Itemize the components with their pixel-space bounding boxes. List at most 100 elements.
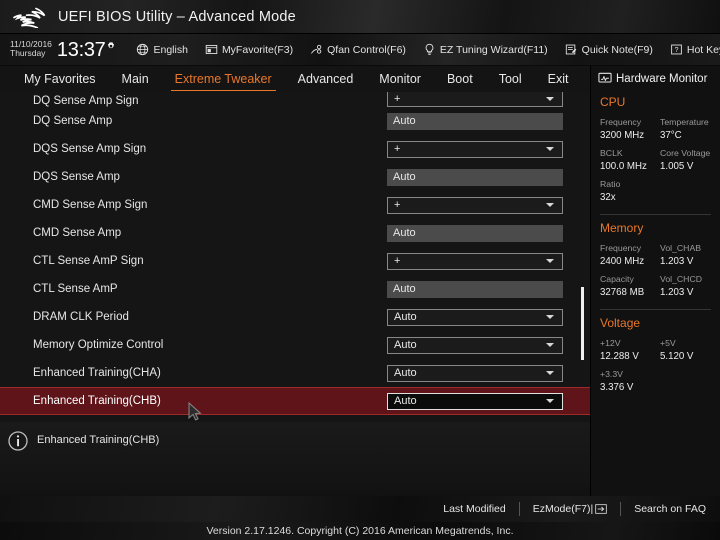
hw-key: BCLK <box>600 148 623 158</box>
setting-input[interactable]: Auto <box>387 112 563 130</box>
ez-mode-button[interactable]: EzMode(F7)| <box>533 503 608 515</box>
hw-value: 1.203 V <box>660 287 694 298</box>
setting-label: Enhanced Training(CHA) <box>33 367 161 379</box>
toolbar-item-quick-note[interactable]: Quick Note(F9) <box>565 43 653 56</box>
toolbar-label-ez-tuning-wizard: EZ Tuning Wizard(F11) <box>439 43 548 56</box>
setting-row-dq-sense-amp[interactable]: DQ Sense Amp Auto <box>0 107 590 135</box>
setting-dropdown[interactable]: Auto <box>387 392 563 410</box>
setting-dropdown[interactable]: Auto <box>387 308 563 326</box>
arrow-right-box-icon <box>595 504 607 514</box>
setting-input[interactable]: Auto <box>387 280 563 298</box>
hw-cell-core-voltage: Core Voltage 1.005 V <box>660 147 720 174</box>
toolbar-label-quick-note: Quick Note(F9) <box>581 43 653 56</box>
setting-value: Auto <box>394 367 417 379</box>
chevron-down-icon <box>546 147 554 151</box>
chevron-down-icon <box>546 96 554 101</box>
hw-cell-vol-chab: Vol_CHAB 1.203 V <box>660 242 720 269</box>
setting-row-dq-sense-amp-sign[interactable]: DQ Sense Amp Sign + <box>0 92 590 107</box>
setting-value: + <box>394 92 401 105</box>
setting-row-memory-optimize-control[interactable]: Memory Optimize Control Auto <box>0 331 590 359</box>
search-on-faq-button[interactable]: Search on FAQ <box>634 503 706 515</box>
hw-value: 32x <box>600 192 616 203</box>
hw-row-cpu-2: Ratio 32x <box>591 178 720 205</box>
hw-row-cpu-0: Frequency 3200 MHz Temperature 37°C <box>591 116 720 143</box>
setting-value: Auto <box>393 227 416 239</box>
setting-row-dqs-sense-amp-sign[interactable]: DQS Sense Amp Sign + <box>0 135 590 163</box>
toolbar-item-hot-keys[interactable]: ? Hot Keys <box>670 43 720 56</box>
hw-cell-frequency: Frequency 3200 MHz <box>600 116 660 143</box>
help-bar: Enhanced Training(CHB) <box>0 422 590 496</box>
tab-exit[interactable]: Exit <box>546 69 571 89</box>
setting-row-enhanced-training-cha[interactable]: Enhanced Training(CHA) Auto <box>0 359 590 387</box>
setting-label: DQ Sense Amp <box>33 115 113 127</box>
setting-label: DQS Sense Amp <box>33 171 120 183</box>
setting-input[interactable]: Auto <box>387 168 563 186</box>
hw-cell-mem-frequency: Frequency 2400 MHz <box>600 242 660 269</box>
setting-row-ctl-sense-amp-sign[interactable]: CTL Sense AmP Sign + <box>0 247 590 275</box>
nav-tabs: My Favorites Main Extreme Tweaker Advanc… <box>0 66 590 92</box>
last-modified-button[interactable]: Last Modified <box>443 503 505 515</box>
hw-row-voltage-0: +12V 12.288 V +5V 5.120 V <box>591 337 720 364</box>
toolbar-item-qfan-control[interactable]: Qfan Control(F6) <box>310 43 406 56</box>
setting-row-cmd-sense-amp-sign[interactable]: CMD Sense Amp Sign + <box>0 191 590 219</box>
hw-key: +5V <box>660 338 676 348</box>
setting-dropdown[interactable]: + <box>387 140 563 158</box>
bios-window: UEFI BIOS Utility – Advanced Mode 11/10/… <box>0 0 720 540</box>
settings-scrollbar[interactable] <box>581 92 584 422</box>
hw-cell-12v: +12V 12.288 V <box>600 337 660 364</box>
toolbar-item-english[interactable]: English <box>136 43 188 56</box>
hw-row-cpu-1: BCLK 100.0 MHz Core Voltage 1.005 V <box>591 147 720 174</box>
tab-extreme-tweaker[interactable]: Extreme Tweaker <box>170 69 276 91</box>
question-box-icon: ? <box>671 44 682 55</box>
tab-monitor[interactable]: Monitor <box>377 69 423 89</box>
hw-value: 1.005 V <box>660 161 694 172</box>
tab-my-favorites[interactable]: My Favorites <box>22 69 98 89</box>
tab-advanced[interactable]: Advanced <box>296 69 356 89</box>
hw-value: 100.0 MHz <box>600 161 647 172</box>
setting-value: + <box>394 199 401 211</box>
rog-eye-logo-icon <box>13 7 46 28</box>
tab-main[interactable]: Main <box>120 69 151 89</box>
hardware-monitor-title: Hardware Monitor <box>616 72 708 85</box>
info-toolbar: 11/10/2016 Thursday 13:37 English MyFavo… <box>0 34 720 66</box>
setting-dropdown[interactable]: + <box>387 196 563 214</box>
scrollbar-thumb[interactable] <box>581 287 584 360</box>
toolbar-item-myfavorite[interactable]: MyFavorite(F3) <box>205 43 293 56</box>
hw-group-title-cpu: CPU <box>600 95 626 109</box>
title-bar: UEFI BIOS Utility – Advanced Mode <box>0 0 720 34</box>
window-title: UEFI BIOS Utility – Advanced Mode <box>58 8 296 25</box>
setting-label: DQ Sense Amp Sign <box>33 95 139 107</box>
hw-row-memory-1: Capacity 32768 MB Vol_CHCD 1.203 V <box>591 273 720 300</box>
hardware-monitor-panel: Hardware Monitor CPU Frequency 3200 MHz … <box>590 66 720 496</box>
hw-key: Frequency <box>600 243 642 253</box>
svg-text:?: ? <box>674 47 678 54</box>
gear-icon[interactable] <box>106 41 116 51</box>
setting-dropdown[interactable]: Auto <box>387 364 563 382</box>
setting-row-dram-clk-period[interactable]: DRAM CLK Period Auto <box>0 303 590 331</box>
chevron-down-icon <box>546 259 554 263</box>
setting-dropdown[interactable]: Auto <box>387 336 563 354</box>
version-text: Version 2.17.1246. Copyright (C) 2016 Am… <box>206 525 514 537</box>
setting-row-dqs-sense-amp[interactable]: DQS Sense Amp Auto <box>0 163 590 191</box>
hw-key: +3.3V <box>600 369 623 379</box>
setting-input[interactable]: Auto <box>387 224 563 242</box>
chevron-down-icon <box>546 315 554 319</box>
toolbar-label-english: English <box>153 43 188 56</box>
setting-row-cmd-sense-amp[interactable]: CMD Sense Amp Auto <box>0 219 590 247</box>
setting-row-ctl-sense-amp[interactable]: CTL Sense AmP Auto <box>0 275 590 303</box>
setting-dropdown[interactable]: + <box>387 252 563 270</box>
setting-dropdown[interactable]: + <box>387 92 563 107</box>
tab-boot[interactable]: Boot <box>445 69 475 89</box>
setting-value: Auto <box>394 339 417 351</box>
toolbar-item-ez-tuning-wizard[interactable]: EZ Tuning Wizard(F11) <box>423 43 548 56</box>
hw-value: 37°C <box>660 130 682 141</box>
setting-value: Auto <box>394 395 417 407</box>
hw-key: Frequency <box>600 117 642 127</box>
hw-group-title-memory: Memory <box>600 221 644 235</box>
tab-tool[interactable]: Tool <box>497 69 524 89</box>
hw-cell-5v: +5V 5.120 V <box>660 337 720 364</box>
hw-divider <box>600 214 711 215</box>
fan-icon <box>311 44 322 54</box>
setting-label: CMD Sense Amp <box>33 227 122 239</box>
setting-row-enhanced-training-chb[interactable]: Enhanced Training(CHB) Auto <box>0 387 590 415</box>
